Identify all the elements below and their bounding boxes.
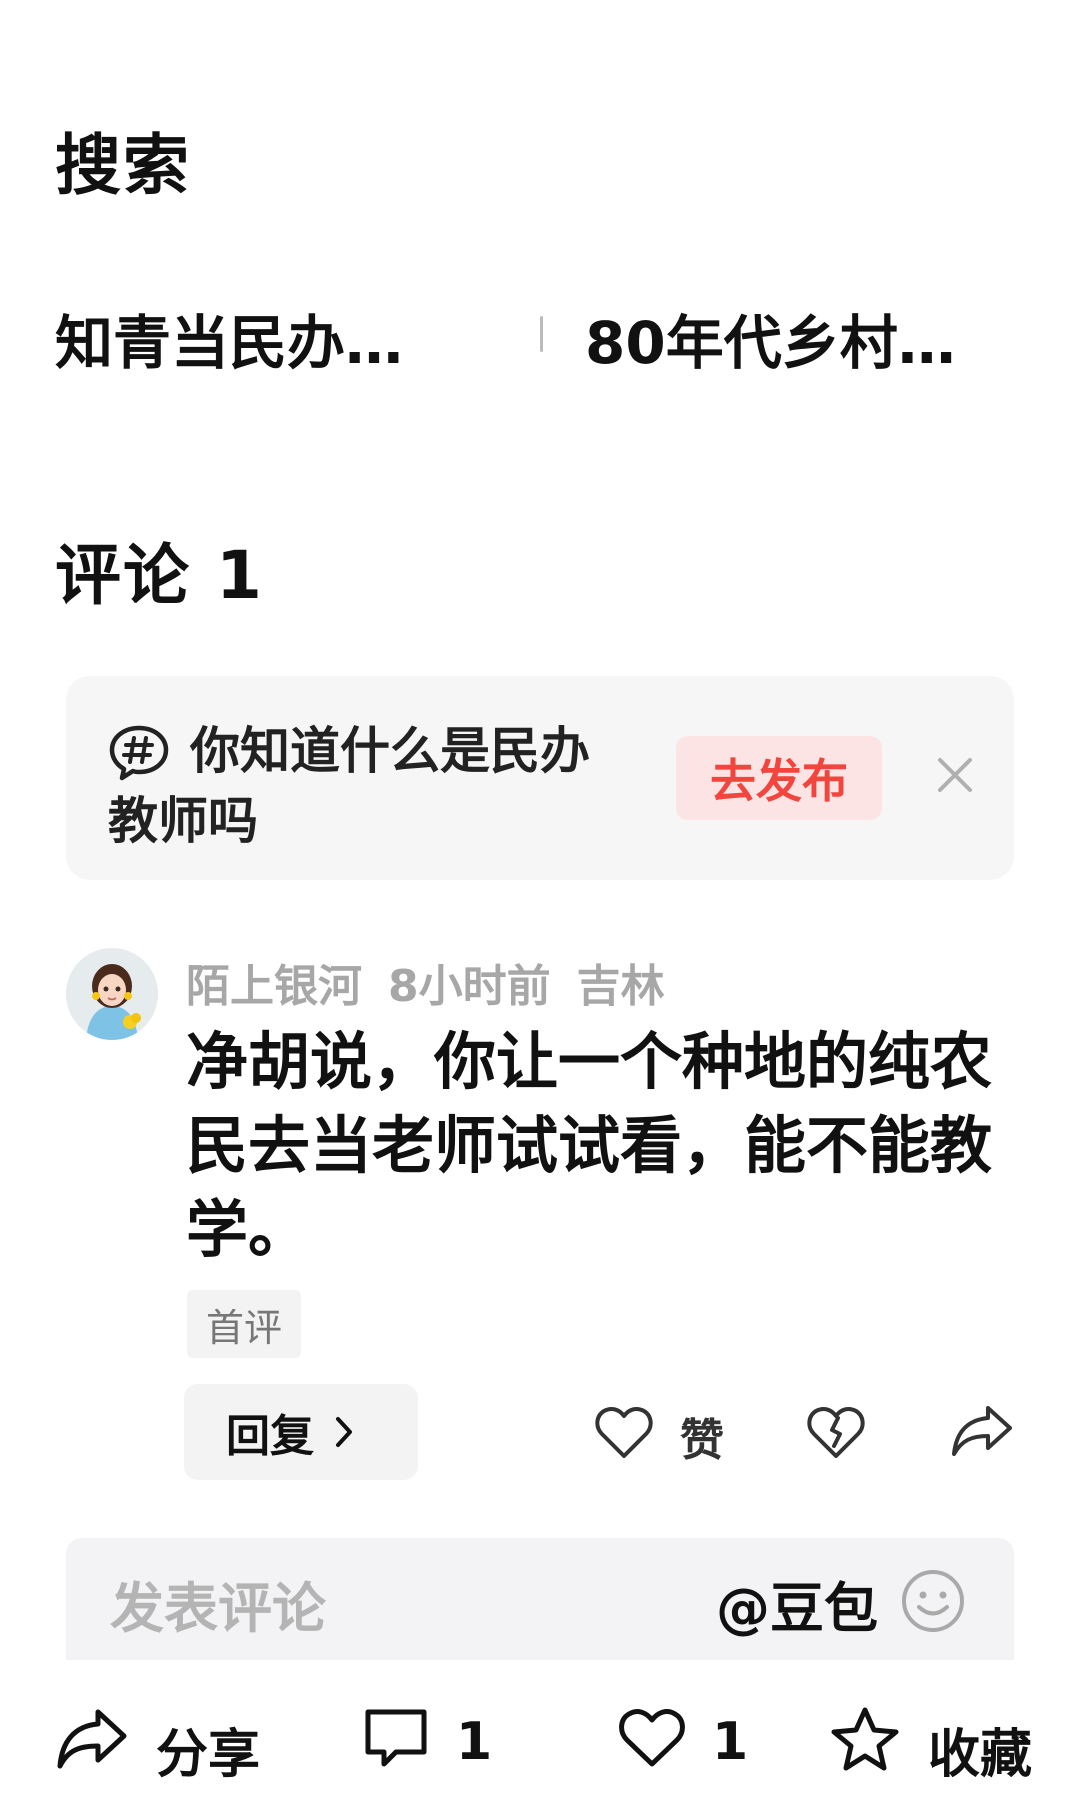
like-icon[interactable] <box>618 1706 686 1774</box>
mention-button[interactable]: @豆包 <box>716 1564 878 1643</box>
favorite-label[interactable]: 收藏 <box>928 1712 1032 1787</box>
topic-text: 你知道什么是民办教师吗 <box>108 722 590 850</box>
search-divider <box>540 316 543 352</box>
comments-title: 评论 1 <box>55 537 264 614</box>
comment-time: 8小时前 <box>388 961 551 1012</box>
search-suggestion-1[interactable]: 知青当民办… <box>55 296 455 380</box>
first-comment-tag: 首评 <box>187 1290 301 1358</box>
comment-text: 净胡说，你让一个种地的纯农民去当老师试试看，能不能教学。 <box>186 1025 993 1266</box>
like-count: 1 <box>712 1712 749 1772</box>
comment-input-placeholder[interactable]: 发表评论 <box>110 1564 326 1643</box>
share-arrow-icon[interactable] <box>950 1402 1014 1458</box>
publish-button[interactable]: 去发布 <box>676 736 882 820</box>
chevron-right-icon <box>336 1417 352 1447</box>
comment-location: 吉林 <box>576 961 665 1012</box>
search-section-title: 搜索 <box>55 127 191 204</box>
reply-button[interactable]: 回复 <box>184 1384 418 1480</box>
smiley-icon[interactable] <box>900 1568 966 1634</box>
star-icon[interactable] <box>830 1706 900 1776</box>
comment-username[interactable]: 陌上银河 <box>186 961 362 1012</box>
comment-icon[interactable] <box>362 1706 430 1774</box>
search-suggestion-2[interactable]: 80年代乡村… <box>585 296 995 380</box>
heart-icon[interactable] <box>594 1404 654 1460</box>
like-label[interactable]: 赞 <box>680 1404 724 1468</box>
share-icon[interactable] <box>56 1706 128 1774</box>
avatar[interactable] <box>66 948 158 1040</box>
close-icon[interactable] <box>934 754 976 796</box>
reply-label: 回复 <box>226 1411 314 1462</box>
comment-meta: 陌上银河 8小时前 吉林 <box>186 950 691 1014</box>
broken-heart-icon[interactable] <box>806 1404 866 1460</box>
share-label[interactable]: 分享 <box>156 1712 260 1787</box>
comment-count: 1 <box>456 1712 493 1772</box>
